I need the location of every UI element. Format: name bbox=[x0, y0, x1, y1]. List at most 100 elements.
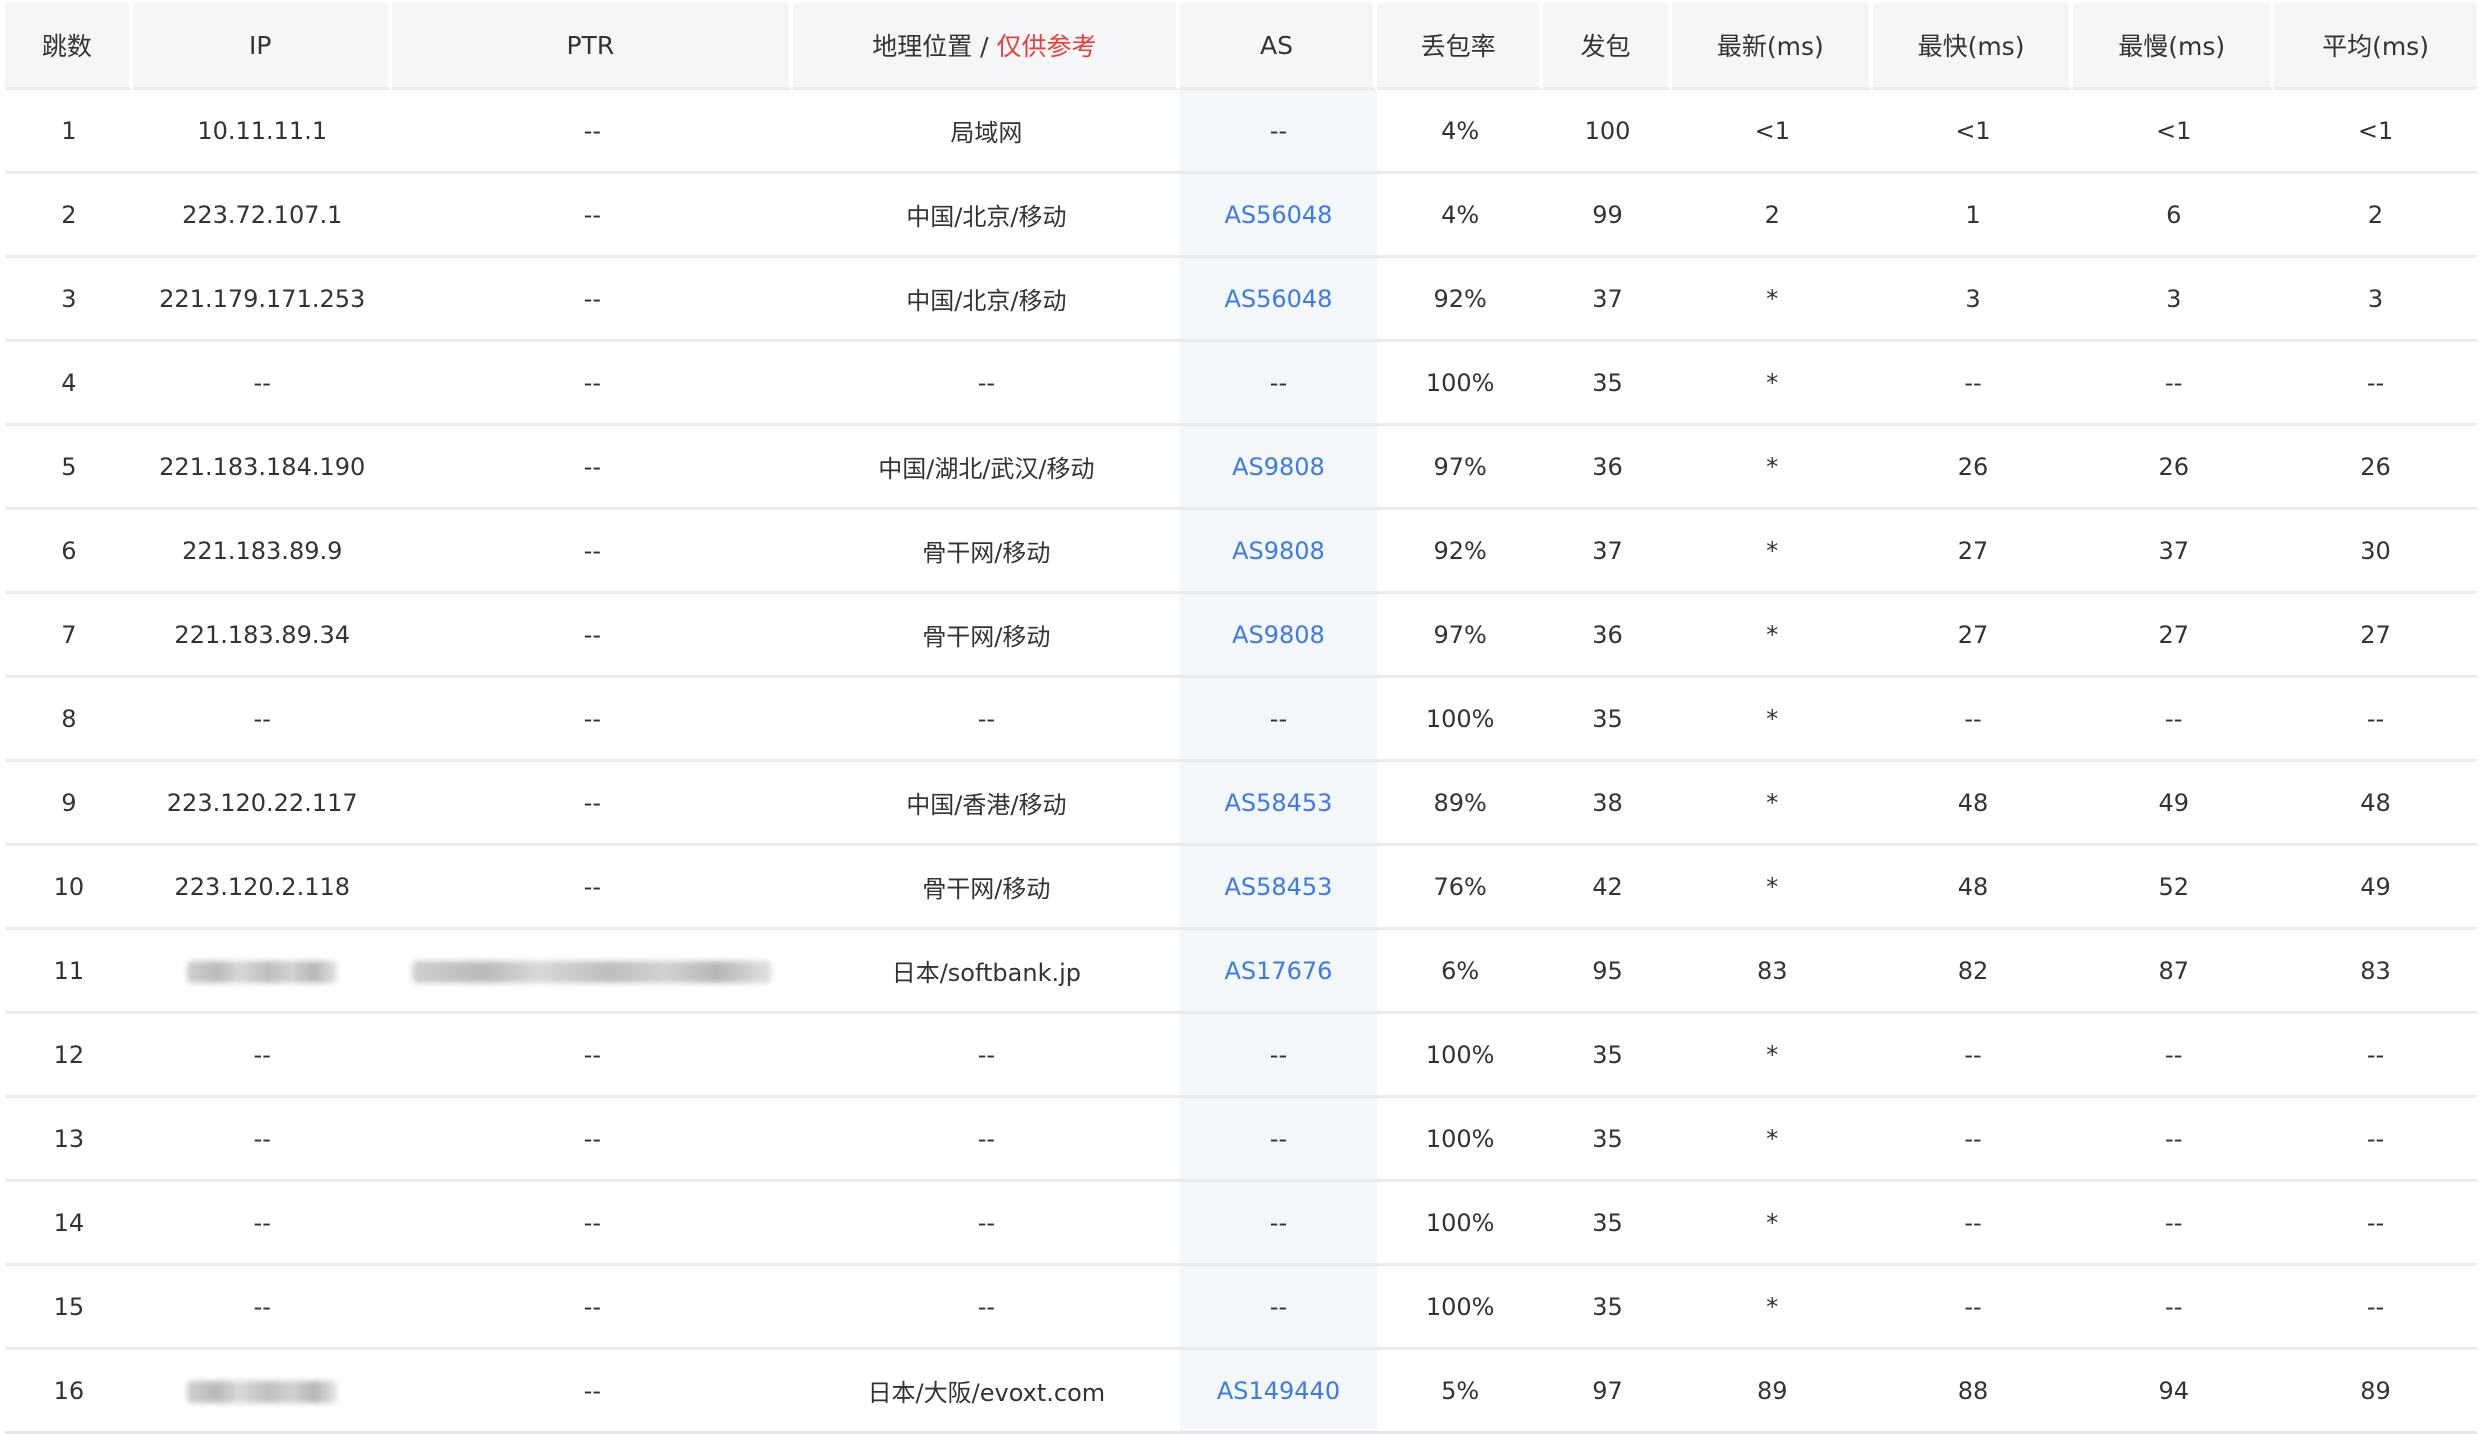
header-best: 最快(ms) bbox=[1872, 3, 2074, 90]
cell-loss: 5% bbox=[1377, 1350, 1543, 1431]
cell-hop: 16 bbox=[5, 1350, 133, 1431]
cell-sent: 38 bbox=[1543, 762, 1672, 846]
table-row: 11 日本/softbank.jp AS17676 6% 95 83 82 87 83 bbox=[5, 930, 2477, 1014]
cell-sent-value: 99 bbox=[1592, 200, 1623, 229]
as-link[interactable]: AS9808 bbox=[1232, 621, 1325, 649]
table-row: 12 -- -- -- -- 100% 35 * -- -- -- bbox=[5, 1014, 2477, 1098]
cell-best: 26 bbox=[1872, 426, 2074, 510]
cell-geo: -- bbox=[793, 342, 1180, 426]
cell-hop: 13 bbox=[5, 1098, 133, 1182]
cell-as: AS56048 bbox=[1179, 174, 1378, 258]
header-worst: 最慢(ms) bbox=[2073, 3, 2275, 90]
cell-best-value: -- bbox=[1964, 1208, 1982, 1237]
cell-loss-value: 89% bbox=[1433, 788, 1487, 817]
table-body: 1 10.11.11.1 -- 局域网 -- 4% 100 <1 <1 <1 <1 2 223.72.1… bbox=[5, 90, 2477, 1431]
cell-as-value: -- bbox=[1269, 1208, 1288, 1237]
as-link[interactable]: AS17676 bbox=[1224, 957, 1332, 985]
cell-avg-value: -- bbox=[2366, 1040, 2385, 1069]
table-row: 10 223.120.2.118 -- 骨干网/移动 AS58453 76% 42 * 48 52… bbox=[5, 846, 2477, 930]
cell-ip: 221.183.184.190 bbox=[132, 426, 392, 510]
cell-avg: -- bbox=[2274, 1098, 2477, 1182]
header-geo-separator: / bbox=[972, 32, 997, 61]
cell-ip-value: -- bbox=[253, 368, 271, 397]
cell-as: AS56048 bbox=[1179, 258, 1378, 342]
table-row: 13 -- -- -- -- 100% 35 * -- -- -- bbox=[5, 1098, 2477, 1182]
cell-loss: 100% bbox=[1377, 1266, 1544, 1350]
cell-avg: -- bbox=[2274, 1182, 2477, 1266]
cell-ip: 223.72.107.1 bbox=[132, 174, 392, 258]
cell-last: 83 bbox=[1671, 930, 1873, 1014]
cell-ptr: -- bbox=[391, 594, 794, 678]
cell-as-value: -- bbox=[1269, 704, 1288, 733]
cell-sent-value: 100 bbox=[1584, 116, 1631, 145]
as-link[interactable]: AS9808 bbox=[1232, 453, 1325, 481]
cell-avg: <1 bbox=[2274, 90, 2477, 174]
cell-hop-value: 15 bbox=[53, 1292, 85, 1321]
as-link[interactable]: AS56048 bbox=[1224, 285, 1332, 313]
cell-last-value: <1 bbox=[1754, 116, 1790, 145]
cell-ptr: -- bbox=[391, 1098, 794, 1182]
cell-worst: -- bbox=[2073, 342, 2275, 426]
cell-worst: 3 bbox=[2073, 258, 2275, 342]
as-link[interactable]: AS58453 bbox=[1224, 789, 1332, 817]
cell-last: * bbox=[1671, 1266, 1873, 1350]
cell-loss: 100% bbox=[1377, 342, 1544, 426]
cell-as-value: -- bbox=[1269, 116, 1288, 145]
cell-hop-value: 3 bbox=[61, 284, 77, 313]
cell-sent: 37 bbox=[1543, 510, 1672, 594]
cell-ptr-value: -- bbox=[583, 620, 601, 649]
cell-worst: -- bbox=[2073, 1098, 2275, 1182]
cell-avg: 26 bbox=[2274, 426, 2477, 510]
cell-last: * bbox=[1671, 1098, 1873, 1182]
cell-last: * bbox=[1671, 258, 1873, 342]
cell-geo-value: 骨干网/移动 bbox=[922, 623, 1051, 651]
cell-hop: 4 bbox=[5, 342, 133, 426]
cell-ip-value: -- bbox=[253, 1124, 271, 1153]
cell-best-value: 27 bbox=[1957, 620, 1989, 649]
cell-ip: 221.183.89.9 bbox=[132, 510, 392, 594]
cell-best: <1 bbox=[1872, 90, 2074, 174]
cell-loss-value: 92% bbox=[1433, 536, 1487, 565]
cell-hop-value: 8 bbox=[61, 704, 77, 733]
cell-last: * bbox=[1671, 510, 1873, 594]
cell-geo-value: 中国/北京/移动 bbox=[906, 203, 1067, 231]
cell-best-value: -- bbox=[1964, 1292, 1982, 1321]
cell-loss-value: 4% bbox=[1441, 116, 1480, 145]
cell-avg-value: -- bbox=[2366, 1208, 2385, 1237]
cell-loss: 92% bbox=[1377, 258, 1544, 342]
cell-best-value: 27 bbox=[1957, 536, 1989, 565]
table-row: 8 -- -- -- -- 100% 35 * -- -- -- bbox=[5, 678, 2477, 762]
cell-avg-value: -- bbox=[2366, 1124, 2385, 1153]
cell-avg: -- bbox=[2274, 1014, 2477, 1098]
cell-ip bbox=[132, 930, 392, 1014]
cell-worst: -- bbox=[2073, 1182, 2275, 1266]
as-link[interactable]: AS58453 bbox=[1224, 873, 1332, 901]
cell-loss-value: 100% bbox=[1425, 1040, 1495, 1069]
cell-geo-value: -- bbox=[977, 1292, 996, 1321]
cell-sent: 36 bbox=[1543, 426, 1672, 510]
cell-ptr: -- bbox=[391, 510, 794, 594]
cell-loss: 97% bbox=[1377, 594, 1544, 678]
cell-worst-value: 37 bbox=[2158, 536, 2189, 565]
cell-avg-value: -- bbox=[2366, 704, 2385, 733]
cell-best-value: -- bbox=[1964, 1040, 1982, 1069]
cell-geo: 日本/softbank.jp bbox=[793, 930, 1180, 1014]
cell-geo-value: -- bbox=[977, 1040, 996, 1069]
cell-loss-value: 97% bbox=[1433, 452, 1487, 481]
cell-ip-value: -- bbox=[253, 704, 271, 733]
cell-last-value: * bbox=[1766, 368, 1779, 397]
cell-best: 27 bbox=[1872, 510, 2074, 594]
cell-ip: 223.120.2.118 bbox=[132, 846, 392, 930]
as-link[interactable]: AS56048 bbox=[1224, 201, 1332, 229]
cell-geo-value: 日本/softbank.jp bbox=[891, 959, 1082, 987]
cell-best-value: -- bbox=[1964, 704, 1982, 733]
cell-as: -- bbox=[1179, 1014, 1378, 1098]
cell-last: <1 bbox=[1671, 90, 1873, 174]
cell-ptr: -- bbox=[391, 174, 794, 258]
cell-worst-value: -- bbox=[2165, 1124, 2183, 1153]
cell-sent-value: 42 bbox=[1592, 872, 1623, 901]
header-last: 最新(ms) bbox=[1671, 3, 1873, 90]
cell-hop-value: 11 bbox=[53, 956, 85, 985]
as-link[interactable]: AS9808 bbox=[1232, 537, 1325, 565]
as-link[interactable]: AS149440 bbox=[1217, 1377, 1340, 1405]
